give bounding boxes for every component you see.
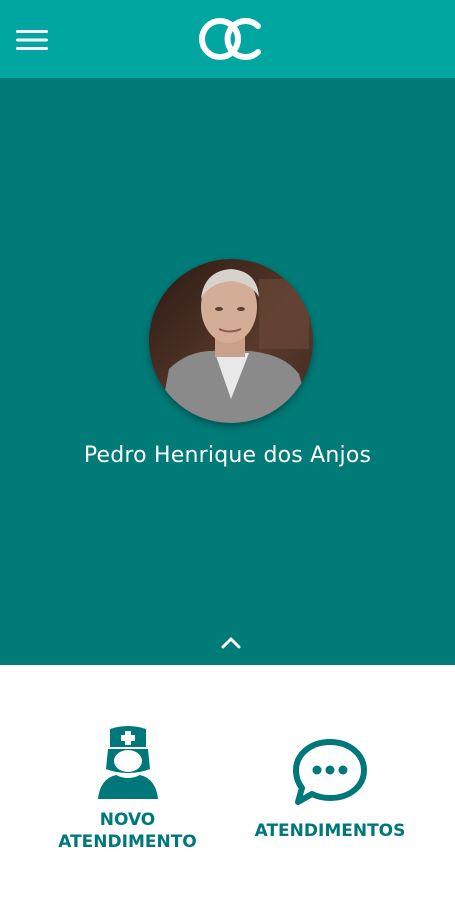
profile-hero: Pedro Henrique dos Anjos xyxy=(0,78,455,665)
app-bar xyxy=(0,0,455,78)
nurse-icon xyxy=(97,726,158,799)
chevron-up-icon xyxy=(221,637,241,649)
menu-button[interactable] xyxy=(12,22,52,58)
new-appointment-button[interactable]: NOVO ATENDIMENTO xyxy=(40,725,215,853)
hamburger-menu-icon xyxy=(16,30,48,50)
oc-logo-icon xyxy=(199,18,261,60)
avatar xyxy=(149,259,313,423)
appointments-button[interactable]: ATENDIMENTOS xyxy=(240,738,420,842)
expand-button[interactable] xyxy=(215,630,247,656)
chat-bubble-icon xyxy=(293,739,367,805)
new-appointment-label-line1: NOVO xyxy=(99,810,156,830)
user-name: Pedro Henrique dos Anjos xyxy=(83,443,372,468)
appointments-label: ATENDIMENTOS xyxy=(254,821,406,841)
new-appointment-label-line2: ATENDIMENTO xyxy=(58,832,197,852)
